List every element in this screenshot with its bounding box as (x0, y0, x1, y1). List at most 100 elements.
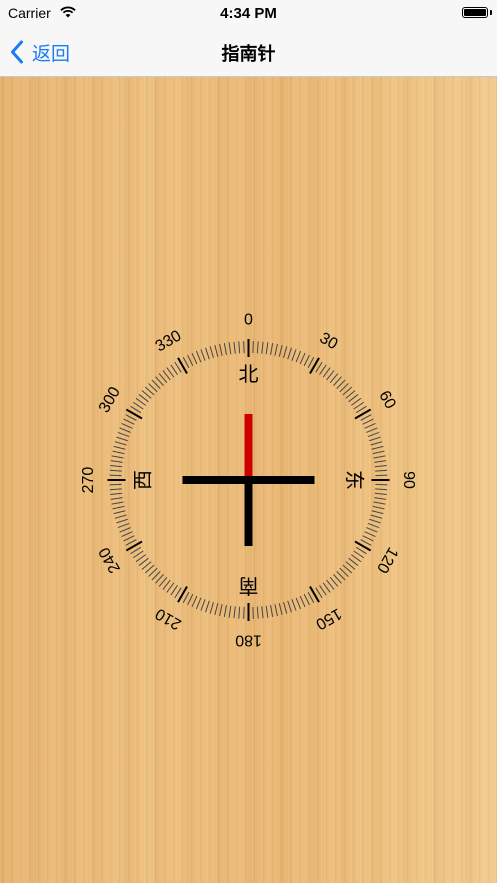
major-tick (354, 540, 372, 552)
minor-tick (200, 349, 206, 361)
minor-tick (274, 604, 278, 617)
minor-tick (187, 593, 194, 606)
minor-tick (326, 579, 335, 590)
minor-tick (369, 436, 381, 442)
minor-tick (219, 604, 223, 617)
minor-tick (187, 354, 194, 367)
minor-tick (116, 518, 128, 524)
status-time: 4:34 PM (220, 5, 277, 22)
minor-tick (121, 423, 133, 429)
minor-tick (270, 343, 274, 356)
minor-tick (191, 595, 198, 608)
minor-tick (238, 341, 241, 354)
wood-background: 0 30 60 90 120 150 180 210 240 270 300 330 北东南 西 (0, 77, 497, 883)
minor-tick (371, 510, 384, 515)
minor-tick (295, 350, 302, 363)
minor-tick (278, 603, 283, 615)
degree-label: 300 (96, 384, 124, 416)
minor-tick (228, 605, 232, 618)
minor-tick (364, 423, 376, 429)
minor-tick (299, 595, 306, 608)
minor-tick (111, 501, 124, 505)
minor-tick (162, 579, 171, 590)
minor-tick (256, 606, 259, 619)
minor-tick (195, 350, 202, 363)
minor-tick (256, 341, 259, 354)
minor-tick (125, 539, 137, 546)
minor-tick (209, 601, 214, 614)
degree-label: 120 (373, 544, 401, 576)
major-tick (125, 540, 143, 552)
minor-tick (112, 505, 125, 510)
battery-tip (490, 10, 492, 15)
minor-tick (372, 450, 385, 455)
minor-tick (287, 347, 292, 360)
minor-tick (319, 585, 327, 596)
battery-level (464, 9, 486, 16)
minor-tick (353, 401, 365, 410)
cardinal-west: 西 (131, 470, 155, 490)
degree-label: 60 (375, 388, 399, 412)
minor-tick (371, 445, 384, 450)
minor-tick (170, 364, 178, 375)
minor-tick (123, 418, 135, 425)
minor-tick (113, 445, 126, 450)
minor-tick (111, 455, 124, 459)
minor-tick (326, 370, 335, 381)
minor-tick (362, 418, 374, 425)
minor-tick (372, 505, 385, 510)
minor-tick (214, 603, 219, 615)
minor-tick (119, 527, 131, 533)
major-tick (177, 586, 188, 603)
needle-north-bar (244, 414, 253, 476)
minor-tick (166, 582, 175, 593)
minor-tick (138, 394, 149, 403)
minor-tick (319, 364, 327, 375)
minor-tick (283, 346, 288, 359)
major-tick (177, 357, 188, 374)
minor-tick (110, 497, 123, 500)
minor-tick (348, 557, 359, 566)
minor-tick (209, 346, 214, 359)
navigation-bar: 返回 指南针 (0, 28, 497, 77)
minor-tick (274, 343, 278, 356)
minor-tick (373, 501, 386, 505)
minor-tick (369, 518, 381, 524)
minor-tick (375, 488, 388, 491)
minor-tick (205, 347, 210, 360)
minor-tick (360, 414, 372, 421)
degree-label: 90 (400, 471, 417, 489)
minor-tick (132, 401, 144, 410)
minor-tick (366, 527, 378, 533)
minor-tick (110, 464, 123, 468)
minor-tick (278, 345, 283, 357)
major-tick (309, 357, 320, 374)
minor-tick (117, 522, 130, 529)
minor-tick (367, 431, 380, 438)
cardinal-south: 南 (239, 574, 259, 598)
minor-tick (117, 431, 130, 438)
minor-tick (110, 460, 123, 463)
minor-tick (283, 601, 288, 614)
degree-label: 330 (153, 327, 185, 355)
major-tick (354, 408, 372, 420)
minor-tick (195, 597, 202, 610)
minor-tick (116, 436, 128, 442)
minor-tick (228, 342, 232, 355)
minor-tick (322, 582, 331, 593)
minor-tick (233, 606, 236, 619)
cardinal-east: 东 (343, 470, 367, 490)
minor-tick (360, 539, 372, 546)
minor-tick (114, 514, 127, 519)
degree-label: 150 (313, 605, 345, 633)
cardinal-north: 北 (239, 362, 259, 386)
minor-tick (138, 557, 149, 566)
minor-tick (182, 357, 190, 369)
minor-tick (374, 460, 387, 463)
minor-tick (182, 591, 190, 603)
minor-tick (109, 488, 122, 491)
degree-label: 0 (244, 312, 253, 329)
minor-tick (261, 341, 264, 354)
minor-tick (291, 349, 297, 361)
minor-tick (265, 342, 269, 355)
